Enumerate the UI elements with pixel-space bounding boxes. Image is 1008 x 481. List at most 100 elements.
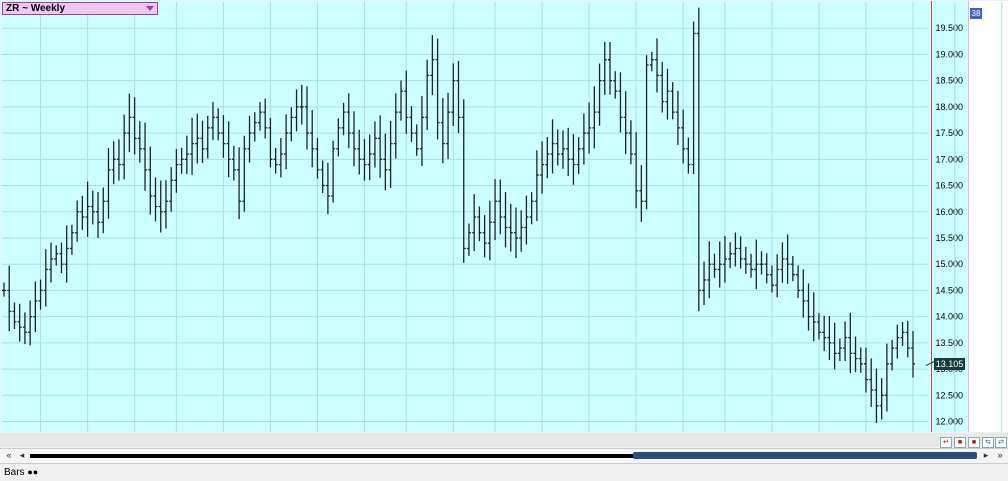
symbol-title: ZR ~ Weekly — [6, 3, 66, 14]
ohlc-bar — [372, 121, 377, 168]
ohlc-bar — [602, 41, 607, 95]
scroll-right-icon[interactable]: ▸ — [980, 450, 992, 461]
ohlc-bar — [456, 61, 461, 134]
ohlc-bar — [670, 82, 675, 120]
ohlc-bar — [357, 129, 362, 175]
ohlc-bar — [425, 59, 430, 130]
ohlc-bar — [843, 321, 848, 362]
y-tick-label: 19.500 — [935, 23, 963, 33]
ohlc-bar — [440, 98, 445, 164]
ohlc-bar — [299, 84, 304, 125]
ohlc-bar — [111, 141, 116, 185]
ohlc-bar — [352, 111, 357, 167]
ohlc-bar — [487, 200, 492, 261]
y-tick-label: 14.500 — [935, 285, 963, 295]
ohlc-bar — [153, 177, 158, 222]
ohlc-bar — [294, 89, 299, 132]
ohlc-bar — [127, 93, 132, 153]
y-tick-label: 17.500 — [935, 128, 963, 138]
ohlc-bar — [879, 378, 884, 420]
ohlc-bar — [722, 235, 727, 283]
nav-prev-icon[interactable]: ■ — [954, 437, 966, 448]
scroll-start-icon[interactable]: « — [3, 450, 15, 461]
ohlc-bar — [80, 195, 85, 230]
ohlc-bar — [545, 137, 550, 179]
ohlc-bar — [137, 121, 142, 163]
ohlc-chart: 12.00012.50013.00013.50014.00014.50015.0… — [2, 2, 1008, 446]
bars-tab-label: Bars — [4, 467, 25, 478]
ohlc-bar — [101, 187, 106, 234]
ohlc-bar — [508, 203, 513, 252]
ohlc-bar — [59, 242, 64, 274]
last-price-pointer — [925, 361, 935, 367]
y-tick-label: 16.000 — [935, 207, 963, 217]
ohlc-bar — [790, 256, 795, 282]
ohlc-bar — [174, 149, 179, 193]
ohlc-bar — [305, 86, 309, 150]
ohlc-bar — [430, 35, 435, 96]
ohlc-bar — [581, 113, 586, 165]
ohlc-bar — [2, 282, 6, 297]
nav-next-icon[interactable]: ■ — [968, 437, 980, 448]
ohlc-bar — [785, 234, 790, 284]
ohlc-bar — [226, 121, 231, 178]
ohlc-bar — [106, 147, 111, 219]
ohlc-bar — [665, 68, 670, 120]
ohlc-bar — [513, 207, 518, 259]
ohlc-bar — [242, 135, 247, 212]
ohlc-bar — [566, 127, 571, 177]
y-tick-label: 15.500 — [935, 233, 963, 243]
scroll-thumb[interactable] — [633, 452, 977, 459]
ohlc-bar — [743, 246, 748, 274]
ohlc-bar — [362, 139, 367, 181]
ohlc-bar — [221, 115, 226, 158]
ohlc-bar — [205, 115, 210, 159]
ohlc-bar — [451, 63, 456, 126]
y-tick-label: 18.000 — [935, 102, 963, 112]
scroll-end-icon[interactable]: » — [994, 450, 1006, 461]
zoom-in-icon[interactable]: ⇆ — [982, 437, 994, 448]
ohlc-bar — [17, 303, 22, 342]
last-price-tag: 13.105 — [934, 357, 965, 370]
ohlc-bar — [832, 322, 837, 370]
bars-tab[interactable]: Bars ●● — [4, 466, 38, 479]
ohlc-bar — [64, 225, 69, 283]
ohlc-bar — [435, 38, 440, 140]
ohlc-bar — [911, 331, 915, 378]
zoom-out-icon[interactable]: ⇄ — [995, 437, 1007, 448]
ohlc-bar — [325, 162, 330, 215]
ohlc-bar — [231, 145, 236, 181]
ohlc-bar — [38, 279, 43, 310]
link-icon: ●● — [27, 467, 39, 477]
y-tick-label: 14.000 — [935, 312, 963, 322]
ohlc-bar — [273, 148, 278, 174]
ohlc-bar — [801, 269, 806, 318]
ohlc-bar — [623, 91, 628, 155]
ohlc-bar — [383, 133, 388, 191]
time-axis-bar — [0, 433, 1008, 447]
ohlc-bar — [895, 324, 900, 359]
ohlc-bar — [268, 117, 273, 168]
nav-first-icon[interactable]: ↵ — [940, 437, 952, 448]
ohlc-bar — [780, 242, 785, 283]
ohlc-bar — [195, 113, 200, 164]
ohlc-bar — [85, 181, 90, 237]
scroll-left-icon[interactable]: ◂ — [16, 450, 28, 461]
ohlc-bar — [493, 179, 498, 241]
ohlc-bar — [210, 102, 215, 141]
ohlc-bar — [388, 120, 393, 188]
ohlc-bar — [660, 61, 665, 113]
ohlc-bar — [764, 253, 769, 284]
ohlc-bar — [691, 21, 696, 175]
dropdown-arrow-icon[interactable] — [146, 6, 154, 11]
ohlc-bar — [702, 261, 707, 306]
symbol-title-box[interactable]: ZR ~ Weekly — [2, 2, 158, 15]
horizontal-scrollbar[interactable]: « ◂ ▸ » — [0, 448, 1008, 463]
ohlc-bar — [498, 179, 503, 235]
y-tick-label: 17.000 — [935, 154, 963, 164]
ohlc-bar — [404, 70, 409, 134]
ohlc-bar — [414, 124, 419, 156]
ohlc-bar — [884, 343, 889, 412]
ohlc-bar — [592, 86, 597, 149]
ohlc-bar — [503, 192, 508, 248]
